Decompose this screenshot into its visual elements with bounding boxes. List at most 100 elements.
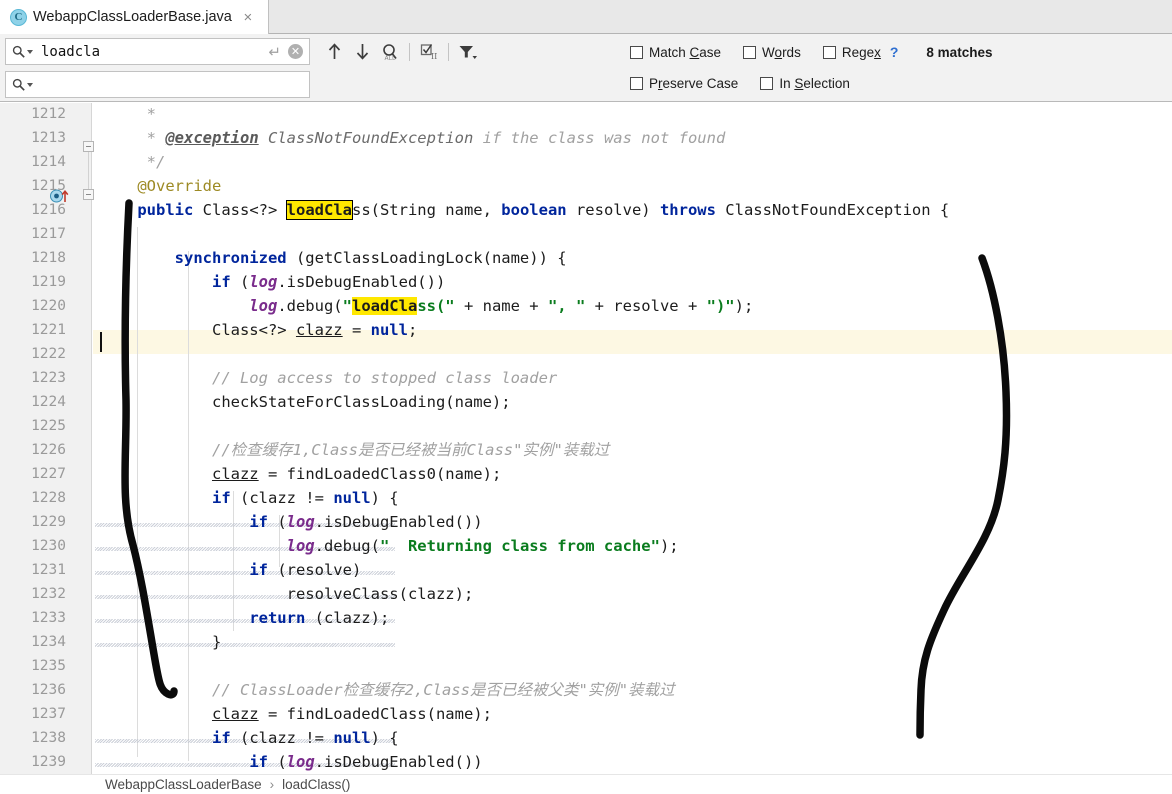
text-caret: [100, 332, 102, 352]
add-selection-next-occurrence-icon[interactable]: II: [415, 39, 443, 65]
code-line: if (clazz != null) {: [211, 729, 399, 747]
line-number: 1220: [31, 298, 66, 314]
line-number: 1234: [31, 634, 66, 650]
overridden-method-icon[interactable]: [50, 189, 69, 203]
match-case-label: Match Case: [649, 44, 722, 60]
line-number: 1214: [31, 154, 66, 170]
find-next-icon[interactable]: [348, 39, 376, 65]
code-line: *: [146, 105, 157, 123]
line-number: 1232: [31, 586, 66, 602]
find-previous-icon[interactable]: [320, 39, 348, 65]
editor-gutter[interactable]: 1212 1213 1214 1215 1216 1217 1218 1219 1220 1221…: [0, 103, 94, 774]
idea-editor-window: C WebappClassLoaderBase.java × loadcla ↵…: [0, 0, 1172, 794]
regex-checkbox[interactable]: Regex: [822, 44, 881, 60]
match-count-label: 8 matches: [926, 44, 993, 60]
words-label: Words: [762, 44, 801, 60]
line-number: 1226: [31, 442, 66, 458]
find-toolbar-icons: ALL II: [320, 38, 482, 65]
code-line: @Override: [137, 177, 222, 195]
line-number: 1222: [31, 346, 66, 362]
chevron-down-icon[interactable]: [27, 49, 33, 54]
line-number: 1228: [31, 490, 66, 506]
code-line: return (clazz);: [249, 609, 390, 627]
editor-tab-bar: C WebappClassLoaderBase.java ×: [0, 0, 1172, 34]
code-line: }: [100, 633, 222, 651]
line-number: 1224: [31, 394, 66, 410]
code-line: checkStateForClassLoading(name);: [100, 393, 511, 411]
find-options-row-2: Preserve Case In Selection: [630, 76, 872, 91]
select-all-occurrences-icon[interactable]: ALL: [376, 39, 404, 65]
line-number: 1221: [31, 322, 66, 338]
code-text-area[interactable]: * * @exception ClassNotFoundException if…: [93, 103, 1172, 774]
words-checkbox[interactable]: Words: [743, 45, 801, 60]
checkbox-box[interactable]: [822, 45, 836, 59]
checkbox-box[interactable]: [743, 45, 757, 59]
breadcrumb-item-method[interactable]: loadClass(): [282, 777, 350, 792]
line-number: 1219: [31, 274, 66, 290]
code-line: Class<?> clazz = null;: [100, 321, 418, 339]
code-line: // ClassLoader检查缓存2,Class是否已经被父类"实例"装载过: [211, 681, 675, 699]
line-number: 1227: [31, 466, 66, 482]
code-editor[interactable]: 1212 1213 1214 1215 1216 1217 1218 1219 1220 1221…: [0, 103, 1172, 774]
line-number: 1212: [31, 106, 66, 122]
regex-label: Regex: [841, 44, 881, 60]
code-line: //检查缓存1,Class是否已经被当前Class"实例"装载过: [211, 441, 610, 459]
code-line: clazz = findLoadedClass(name);: [211, 705, 492, 723]
checkbox-box[interactable]: [760, 77, 774, 90]
in-selection-label: In Selection: [779, 76, 850, 91]
line-number: 1237: [31, 706, 66, 722]
checkbox-box[interactable]: [630, 77, 643, 90]
code-line: synchronized (getClassLoadingLock(name))…: [174, 249, 567, 267]
regex-help-icon[interactable]: ?: [890, 44, 899, 60]
search-input[interactable]: loadcla ↵ ✕: [5, 38, 310, 65]
editor-tab-webappclassloaderbase[interactable]: C WebappClassLoaderBase.java ×: [0, 0, 269, 34]
find-options-row-1: Match Case Words Regex ? 8 matches: [630, 44, 992, 60]
search-icon[interactable]: [12, 45, 33, 58]
checkbox-box[interactable]: [630, 45, 643, 59]
line-number: 1239: [31, 754, 66, 770]
breadcrumb: WebappClassLoaderBase › loadClass(): [0, 774, 1172, 794]
code-line: resolveClass(clazz);: [100, 585, 474, 603]
breadcrumb-separator: ›: [269, 777, 275, 792]
enter-arrow-icon[interactable]: ↵: [268, 43, 281, 61]
search-icon[interactable]: [12, 78, 33, 91]
line-number: 1235: [31, 658, 66, 674]
match-case-checkbox[interactable]: Match Case: [630, 45, 721, 60]
line-number: 1230: [31, 538, 66, 554]
line-number: 1229: [31, 514, 66, 530]
code-line: log.debug(" Returning class from cache")…: [286, 537, 679, 555]
search-input-value: loadcla: [41, 43, 101, 60]
code-line: if (log.isDebugEnabled()): [211, 273, 446, 291]
code-line: if (resolve): [249, 561, 362, 579]
line-number: 1223: [31, 370, 66, 386]
preserve-case-label: Preserve Case: [649, 76, 739, 91]
code-line: if (clazz != null) {: [211, 489, 399, 507]
in-selection-checkbox[interactable]: In Selection: [760, 76, 850, 91]
editor-tab-label: WebappClassLoaderBase.java: [33, 9, 232, 25]
toolbar-separator: [448, 42, 449, 61]
chevron-down-icon[interactable]: [27, 82, 33, 87]
filter-icon[interactable]: [454, 39, 482, 65]
line-number: 1233: [31, 610, 66, 626]
clear-search-icon[interactable]: ✕: [288, 44, 303, 59]
line-number: 1236: [31, 682, 66, 698]
code-line: if (log.isDebugEnabled()): [249, 753, 483, 771]
code-line: */: [146, 153, 166, 171]
java-class-icon: C: [10, 8, 27, 26]
code-line: * @exception ClassNotFoundException if t…: [146, 129, 726, 147]
code-line: public Class<?> loadClass(String name, b…: [137, 200, 950, 220]
svg-text:II: II: [431, 52, 437, 61]
toolbar-separator: [409, 42, 410, 61]
line-number: 1217: [31, 226, 66, 242]
preserve-case-checkbox[interactable]: Preserve Case: [630, 76, 738, 91]
svg-text:ALL: ALL: [384, 55, 395, 61]
close-icon[interactable]: ×: [241, 10, 255, 25]
breadcrumb-item-class[interactable]: WebappClassLoaderBase: [105, 777, 262, 792]
replace-input[interactable]: [5, 71, 310, 98]
find-replace-toolbar: loadcla ↵ ✕ ALL II Match Case Words Rege…: [0, 34, 1172, 132]
code-line: clazz = findLoadedClass0(name);: [211, 465, 502, 483]
